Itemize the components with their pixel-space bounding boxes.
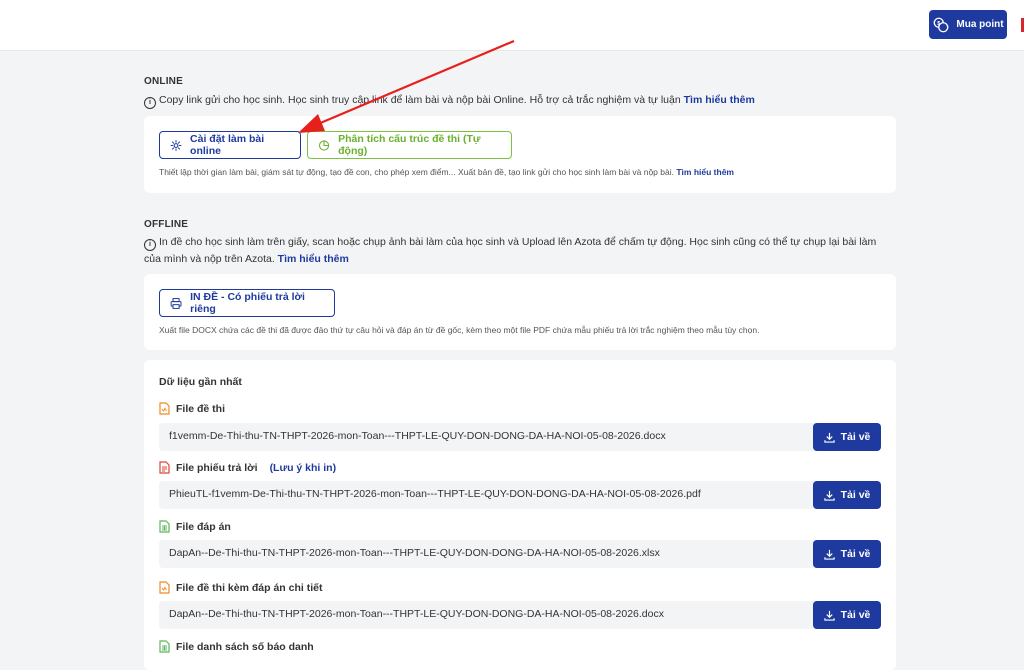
pie-chart-icon xyxy=(318,139,330,151)
file-candidate-list-label: File danh sách số báo danh xyxy=(159,640,314,653)
file-doc-icon xyxy=(159,402,170,415)
online-card: Cài đặt làm bài online Phân tích cấu trú… xyxy=(144,116,896,193)
file-exam-label: File đề thi xyxy=(159,402,225,415)
download-button[interactable]: Tải về xyxy=(813,601,881,629)
file-label-text: File phiếu trả lời xyxy=(176,461,258,474)
file-answer-key-label: File đáp án xyxy=(159,520,231,533)
file-name: f1vemm-De-Thi-thu-TN-THPT-2026-mon-Toan-… xyxy=(169,430,666,442)
download-button[interactable]: Tải về xyxy=(813,540,881,568)
file-label-text: File đề thi kèm đáp án chi tiết xyxy=(176,581,323,594)
print-exam-button[interactable]: IN ĐỀ - Có phiếu trả lời riêng xyxy=(159,289,335,317)
file-doc-icon xyxy=(159,581,170,594)
online-section-title: ONLINE xyxy=(144,76,183,87)
analyze-structure-label: Phân tích cấu trúc đề thi (Tự động) xyxy=(338,133,481,157)
buy-point-label: Mua point xyxy=(956,19,1004,30)
file-sheet-icon xyxy=(159,640,170,653)
download-label: Tải về xyxy=(840,431,871,443)
download-label: Tải về xyxy=(840,489,871,501)
buy-point-button[interactable]: $ Mua point xyxy=(929,10,1007,39)
file-pdf-icon xyxy=(159,461,170,474)
download-label: Tải về xyxy=(840,609,871,621)
offline-learn-more-link[interactable]: Tìm hiểu thêm xyxy=(278,253,349,265)
svg-text:$: $ xyxy=(938,21,941,27)
online-info: i Copy link gửi cho học sinh. Học sinh tr… xyxy=(144,92,896,109)
file-name: DapAn--De-Thi-thu-TN-THPT-2026-mon-Toan-… xyxy=(169,608,664,620)
online-setup-button[interactable]: Cài đặt làm bài online xyxy=(159,131,301,159)
offline-card-desc: Xuất file DOCX chứa các đề thi đã được đ… xyxy=(159,325,760,335)
download-icon xyxy=(823,610,835,621)
file-name: DapAn--De-Thi-thu-TN-THPT-2026-mon-Toan-… xyxy=(169,547,660,559)
offline-section-title: OFFLINE xyxy=(144,219,189,230)
online-setup-label: Cài đặt làm bài online xyxy=(190,133,265,157)
recent-data-title: Dữ liệu gần nhất xyxy=(159,376,242,388)
print-exam-label: IN ĐỀ - Có phiếu trả lời riêng xyxy=(190,291,305,315)
file-row: DapAn--De-Thi-thu-TN-THPT-2026-mon-Toan-… xyxy=(159,601,881,629)
offline-info-text: In đề cho học sinh làm trên giấy, scan h… xyxy=(144,236,877,265)
print-note-link[interactable]: (Lưu ý khi in) xyxy=(270,462,337,474)
online-desc-link[interactable]: Tìm hiểu thêm xyxy=(676,167,734,177)
offline-info: i In đề cho học sinh làm trên giấy, scan … xyxy=(144,234,896,267)
online-info-text: Copy link gửi cho học sinh. Học sinh tru… xyxy=(159,94,681,106)
download-icon xyxy=(823,432,835,443)
download-icon xyxy=(823,490,835,501)
info-icon: i xyxy=(144,97,156,109)
file-exam-with-answers-label: File đề thi kèm đáp án chi tiết xyxy=(159,581,322,594)
file-row: DapAn--De-Thi-thu-TN-THPT-2026-mon-Toan-… xyxy=(159,540,881,568)
info-icon: i xyxy=(144,239,156,251)
online-desc-text: Thiết lập thời gian làm bài, giám sát tự… xyxy=(159,167,674,177)
download-button[interactable]: Tải về xyxy=(813,481,881,509)
file-label-text: File đáp án xyxy=(176,520,231,533)
download-icon xyxy=(823,549,835,560)
analyze-structure-button[interactable]: Phân tích cấu trúc đề thi (Tự động) xyxy=(307,131,512,159)
download-button[interactable]: Tải về xyxy=(813,423,881,451)
offline-card: IN ĐỀ - Có phiếu trả lời riêng Xuất file… xyxy=(144,274,896,350)
file-row: f1vemm-De-Thi-thu-TN-THPT-2026-mon-Toan-… xyxy=(159,423,881,451)
gear-icon xyxy=(170,139,182,151)
download-label: Tải về xyxy=(840,548,871,560)
file-label-text: File đề thi xyxy=(176,402,226,415)
online-learn-more-link[interactable]: Tìm hiểu thêm xyxy=(684,94,755,106)
file-answer-sheet-label: File phiếu trả lời (Lưu ý khi in) xyxy=(159,461,336,474)
printer-icon xyxy=(170,297,182,309)
file-row: PhieuTL-f1vemm-De-Thi-thu-TN-THPT-2026-m… xyxy=(159,481,881,509)
recent-data-card: Dữ liệu gần nhất File đề thi f1vemm-De-T… xyxy=(144,360,896,670)
file-name: PhieuTL-f1vemm-De-Thi-thu-TN-THPT-2026-m… xyxy=(169,488,701,500)
top-bar: $ Mua point xyxy=(0,0,1024,51)
coins-icon: $ xyxy=(933,17,949,32)
file-sheet-icon xyxy=(159,520,170,533)
file-label-text: File danh sách số báo danh xyxy=(176,640,314,653)
online-card-desc: Thiết lập thời gian làm bài, giám sát tự… xyxy=(159,167,734,177)
